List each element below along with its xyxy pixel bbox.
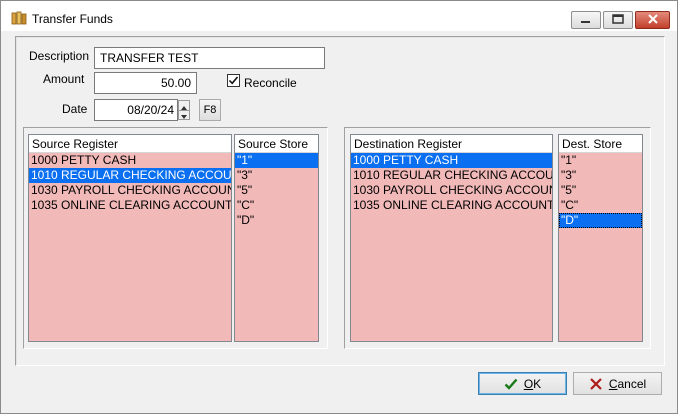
cancel-button[interactable]: Cancel (573, 372, 662, 395)
checkmark-icon (504, 377, 518, 391)
dest-store-header: Dest. Store (559, 135, 642, 153)
spin-down-button[interactable] (179, 110, 189, 119)
source-register-list[interactable]: Source Register 1000 PETTY CASH 1010 REGUL… (28, 134, 232, 342)
source-register-header: Source Register (29, 135, 231, 153)
arrow-down-icon (181, 108, 187, 122)
reconcile-checkbox[interactable] (227, 74, 240, 87)
minimize-button[interactable] (571, 11, 601, 29)
list-item[interactable]: 1000 PETTY CASH (351, 153, 552, 168)
amount-field[interactable]: 50.00 (94, 72, 197, 94)
title-bar[interactable]: Transfer Funds (1, 1, 677, 31)
list-item[interactable]: "1" (559, 153, 642, 168)
description-label: Description (29, 49, 90, 63)
list-item[interactable]: "5" (559, 183, 642, 198)
x-icon (589, 377, 603, 391)
amount-label: Amount (43, 72, 85, 86)
minimize-icon (581, 13, 591, 27)
reconcile-label[interactable]: Reconcile (244, 76, 297, 90)
close-button[interactable] (635, 11, 670, 29)
destination-register-header: Destination Register (351, 135, 552, 153)
list-item[interactable]: "5" (235, 183, 318, 198)
list-item[interactable]: 1035 ONLINE CLEARING ACCOUNT (351, 198, 552, 213)
list-item[interactable]: 1000 PETTY CASH (29, 153, 231, 168)
list-item[interactable]: "3" (235, 168, 318, 183)
maximize-icon (612, 13, 624, 27)
source-store-list[interactable]: Source Store "1" "3" "5" "C" "D" (234, 134, 319, 342)
list-item[interactable]: "D" (235, 213, 318, 228)
list-item[interactable]: 1035 ONLINE CLEARING ACCOUNT (29, 198, 231, 213)
list-item[interactable]: 1010 REGULAR CHECKING ACCOUNT (351, 168, 552, 183)
list-item[interactable]: 1030 PAYROLL CHECKING ACCOUNT (351, 183, 552, 198)
transfer-funds-window: Transfer Funds Description TRANSFER TEST… (0, 0, 678, 414)
destination-register-list[interactable]: Destination Register 1000 PETTY CASH 1010… (350, 134, 553, 342)
cancel-label: Cancel (608, 376, 647, 391)
window-title: Transfer Funds (32, 12, 113, 26)
ok-button[interactable]: OK (478, 372, 567, 395)
list-item[interactable]: 1030 PAYROLL CHECKING ACCOUNT (29, 183, 231, 198)
date-label: Date (62, 102, 88, 116)
f8-button[interactable]: F8 (199, 99, 221, 121)
maximize-button[interactable] (603, 11, 633, 29)
list-item[interactable]: "1" (235, 153, 318, 168)
list-item[interactable]: "C" (235, 198, 318, 213)
list-item[interactable]: "D" (559, 213, 642, 228)
date-spinner[interactable] (178, 100, 190, 120)
date-field[interactable]: 08/20/24 (94, 99, 178, 121)
checkmark-icon (228, 75, 239, 86)
description-field[interactable]: TRANSFER TEST (94, 47, 325, 69)
source-store-header: Source Store (235, 135, 318, 153)
dest-store-list[interactable]: Dest. Store "1" "3" "5" "C" "D" (558, 134, 643, 342)
list-item[interactable]: 1010 REGULAR CHECKING ACCOUNT (29, 168, 231, 183)
ok-label: OK (523, 376, 542, 391)
close-icon (647, 13, 658, 27)
ledger-icon (11, 11, 27, 25)
list-item[interactable]: "C" (559, 198, 642, 213)
list-item[interactable]: "3" (559, 168, 642, 183)
